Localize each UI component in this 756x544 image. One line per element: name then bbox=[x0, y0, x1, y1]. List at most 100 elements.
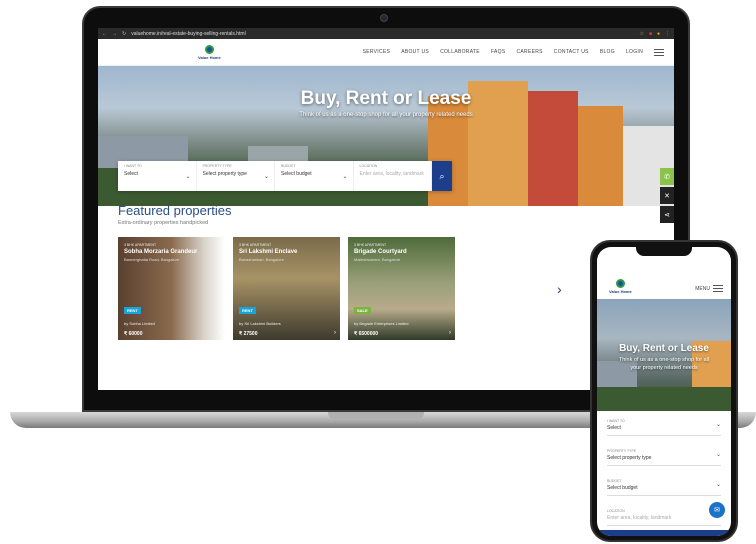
field-value: Enter area, locality, landmark bbox=[607, 515, 672, 521]
mobile-search-form: I WANT TO Select ⌄ PROPERTY TYPE Select … bbox=[597, 411, 731, 536]
menu-item-about-us[interactable]: ABOUT US bbox=[401, 49, 429, 55]
menu-item-collaborate[interactable]: COLLABORATE bbox=[440, 49, 480, 55]
mobile-logo[interactable]: Value Home bbox=[609, 279, 632, 294]
kebab-menu-icon[interactable]: ⋮ bbox=[665, 31, 670, 37]
chevron-down-icon: ⌄ bbox=[715, 482, 721, 488]
hero-subtitle: Think of us as a one-stop shop for all y… bbox=[299, 112, 473, 118]
property-type: 3 BHK APARTMENT bbox=[239, 243, 272, 247]
back-icon[interactable]: ← bbox=[102, 31, 107, 37]
property-type-label: PROPERTY TYPE bbox=[202, 164, 232, 168]
share-icon[interactable]: ⋖ bbox=[660, 206, 674, 223]
logo-icon bbox=[615, 279, 625, 288]
mobile-search-button[interactable] bbox=[597, 530, 731, 536]
search-button[interactable]: ⌕ bbox=[432, 161, 452, 191]
menu-item-services[interactable]: SERVICES bbox=[363, 49, 391, 55]
phone-screen: Value Home MENU Buy, Rent or Lease Think… bbox=[597, 247, 731, 536]
budget-value: Select budget bbox=[281, 171, 312, 177]
property-type-select[interactable]: PROPERTY TYPE Select property type ⌄ bbox=[197, 161, 275, 191]
property-type: 3 BHK APARTMENT bbox=[124, 243, 157, 247]
property-builder: by Sobha Limited bbox=[124, 321, 155, 326]
property-builder: by Brigade Enterprises Limited bbox=[354, 321, 409, 326]
field-value: Select property type bbox=[607, 455, 652, 461]
property-address: Malleshwaram, Bangalore bbox=[354, 257, 401, 262]
want-to-value: Select bbox=[124, 171, 138, 177]
property-address: Bannerghatta Road, Bangalore bbox=[124, 257, 180, 262]
want-to-select[interactable]: I WANT TO Select ⌄ bbox=[118, 161, 197, 191]
menu-item-contact-us[interactable]: CONTACT US bbox=[554, 49, 589, 55]
extension-icon[interactable]: ■ bbox=[649, 31, 652, 37]
whatsapp-icon[interactable]: ✆ bbox=[660, 168, 674, 185]
laptop-hinge-notch bbox=[328, 412, 424, 419]
mobile-menu-button[interactable]: MENU bbox=[695, 285, 723, 292]
mobile-hero-subtitle: Think of us as a one-stop shop for all y… bbox=[618, 357, 710, 371]
mobile-property-type-select[interactable]: PROPERTY TYPE Select property type ⌄ bbox=[607, 445, 721, 466]
field-label: LOCATION bbox=[607, 509, 625, 513]
field-value: Select budget bbox=[607, 485, 638, 491]
hamburger-menu-icon bbox=[713, 285, 723, 292]
field-label: I WANT TO bbox=[607, 419, 625, 423]
chat-icon[interactable]: ✉ bbox=[709, 502, 725, 518]
mobile-menu-label: MENU bbox=[695, 285, 710, 292]
tools-icon[interactable]: ✕ bbox=[660, 187, 674, 204]
chevron-right-icon: › bbox=[219, 330, 221, 336]
browser-toolbar: ← → ↻ valuehome.in/real-estate-buying-se… bbox=[98, 28, 674, 39]
field-value: Select bbox=[607, 425, 621, 431]
main-menu: SERVICES ABOUT US COLLABORATE FAQS CAREE… bbox=[363, 48, 664, 56]
menu-item-faqs[interactable]: FAQS bbox=[491, 49, 506, 55]
location-placeholder: Enter area, locality, landmark bbox=[359, 171, 424, 177]
carousel-next-icon[interactable]: › bbox=[557, 281, 562, 297]
site-header: Value Home SERVICES ABOUT US COLLABORATE… bbox=[98, 39, 674, 66]
mobile-budget-select[interactable]: BUDGET Select budget ⌄ bbox=[607, 475, 721, 496]
chevron-down-icon: ⌄ bbox=[342, 174, 348, 180]
chevron-right-icon: › bbox=[449, 330, 451, 336]
property-name: Brigade Courtyard bbox=[354, 249, 407, 255]
property-card[interactable]: 3 BHK APARTMENT Sri Lakshmi Enclave Bana… bbox=[233, 237, 340, 340]
menu-item-careers[interactable]: CAREERS bbox=[517, 49, 543, 55]
featured-title: Featured properties bbox=[118, 203, 232, 218]
address-bar[interactable]: valuehome.in/real-estate-buying-selling-… bbox=[131, 31, 246, 37]
skyline-building bbox=[578, 106, 623, 206]
field-label: PROPERTY TYPE bbox=[607, 449, 637, 453]
site-logo[interactable]: Value Home bbox=[198, 44, 221, 60]
laptop-camera bbox=[380, 14, 388, 22]
property-type: 3 BHK APARTMENT bbox=[354, 243, 387, 247]
status-badge: RENT bbox=[239, 307, 256, 314]
property-card[interactable]: 3 BHK APARTMENT Brigade Courtyard Malles… bbox=[348, 237, 455, 340]
location-field[interactable]: LOCATION Enter area, locality, landmark bbox=[354, 161, 432, 191]
budget-select[interactable]: BUDGET Select budget ⌄ bbox=[275, 161, 354, 191]
hamburger-menu-icon[interactable] bbox=[654, 48, 664, 56]
reload-icon[interactable]: ↻ bbox=[122, 31, 126, 37]
property-builder: by Sri Lakshmi Builders bbox=[239, 321, 281, 326]
mobile-hero-title: Buy, Rent or Lease bbox=[619, 343, 709, 354]
logo-icon bbox=[204, 44, 214, 54]
forward-icon[interactable]: → bbox=[112, 31, 117, 37]
menu-item-login[interactable]: LOGIN bbox=[626, 49, 643, 55]
phone-notch bbox=[636, 246, 692, 256]
logo-text: Value Home bbox=[609, 289, 632, 294]
hero-title: Buy, Rent or Lease bbox=[300, 88, 472, 109]
logo-text: Value Home bbox=[198, 54, 221, 60]
mobile-want-to-select[interactable]: I WANT TO Select ⌄ bbox=[607, 415, 721, 436]
chevron-down-icon: ⌄ bbox=[263, 174, 269, 180]
featured-subtitle: Extra-ordinary properties handpicked bbox=[118, 220, 209, 226]
mobile-hero: Buy, Rent or Lease Think of us as a one-… bbox=[597, 299, 731, 411]
tree-line bbox=[597, 387, 731, 411]
featured-cards: 3 BHK APARTMENT Sobha Morzaria Grandeur … bbox=[118, 237, 455, 340]
menu-item-blog[interactable]: BLOG bbox=[600, 49, 615, 55]
mobile-location-field[interactable]: LOCATION Enter area, locality, landmark bbox=[607, 505, 721, 526]
property-price: ₹ 27500 bbox=[239, 331, 258, 337]
status-badge: RENT bbox=[124, 307, 141, 314]
property-name: Sri Lakshmi Enclave bbox=[239, 249, 298, 255]
property-type-value: Select property type bbox=[202, 171, 247, 177]
budget-label: BUDGET bbox=[281, 164, 296, 168]
property-name: Sobha Morzaria Grandeur bbox=[124, 249, 198, 255]
profile-icon[interactable]: ● bbox=[657, 31, 660, 37]
property-address: Banashankari, Bangalore bbox=[239, 257, 284, 262]
chevron-down-icon: ⌄ bbox=[715, 422, 721, 428]
chevron-down-icon: ⌄ bbox=[185, 174, 191, 180]
property-card[interactable]: 3 BHK APARTMENT Sobha Morzaria Grandeur … bbox=[118, 237, 225, 340]
property-search-bar: I WANT TO Select ⌄ PROPERTY TYPE Select … bbox=[118, 161, 452, 191]
property-price: ₹ 6500000 bbox=[354, 331, 379, 337]
star-icon[interactable]: ☆ bbox=[639, 31, 643, 37]
chevron-down-icon: ⌄ bbox=[715, 452, 721, 458]
